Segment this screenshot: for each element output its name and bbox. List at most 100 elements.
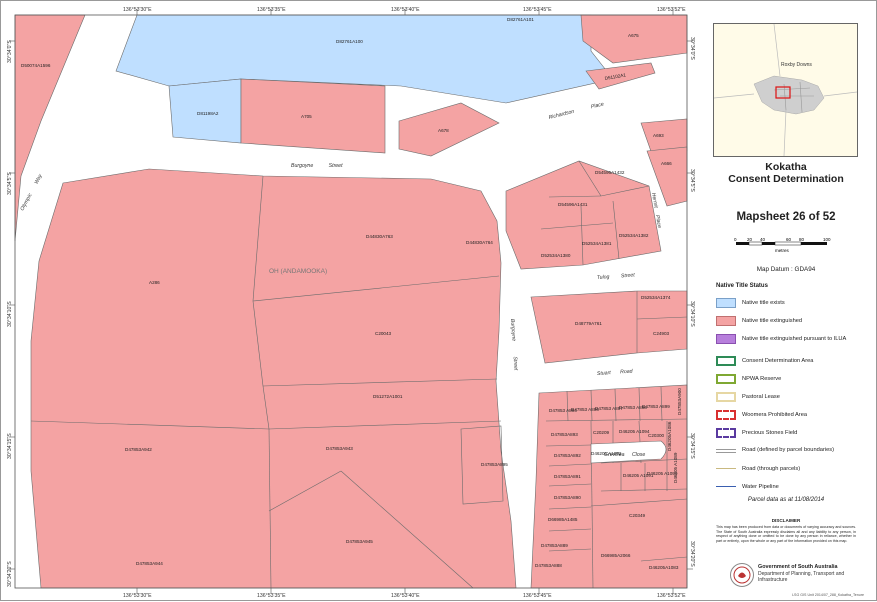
svg-text:D47853A943: D47853A943: [326, 446, 353, 451]
svg-text:30°34'15"S: 30°34'15"S: [7, 433, 13, 459]
svg-text:A675: A675: [628, 33, 639, 38]
locator-map: Roxby Downs: [713, 23, 858, 157]
legend-label: Consent Determination Area: [742, 358, 814, 364]
svg-text:30°34'20"S: 30°34'20"S: [689, 541, 695, 567]
legend-item: Pastoral Lease: [716, 392, 864, 404]
legend-swatch: [716, 468, 736, 472]
disclaimer-title: DISCLAIMER: [771, 518, 801, 523]
svg-text:D54596A1432: D54596A1432: [595, 170, 625, 175]
svg-text:A693: A693: [653, 133, 664, 138]
svg-text:D46205 A1094: D46205 A1094: [619, 429, 650, 434]
legend-swatch: [716, 316, 736, 326]
svg-text:80: 80: [799, 237, 805, 242]
svg-text:A286: A286: [149, 280, 160, 285]
gov-name: Government of South Australia: [758, 564, 838, 570]
svg-text:40: 40: [760, 237, 766, 242]
scale-bar: 0 20 40 60 80 100 metres: [733, 237, 833, 267]
gov-department: Department of Planning, Transport and In…: [758, 571, 845, 583]
svg-text:136°53'52"E: 136°53'52"E: [657, 593, 686, 599]
legend-swatch: [716, 410, 736, 420]
parcel-a705[interactable]: [240, 78, 386, 154]
svg-text:metres: metres: [775, 248, 790, 253]
legend-item: Road (defined by parcel boundaries): [716, 445, 864, 457]
legend-label: Road (through parcels): [742, 466, 801, 472]
svg-text:30°34'10"S: 30°34'10"S: [689, 301, 695, 327]
legend-item: Consent Determination Area: [716, 356, 864, 368]
svg-text:136°53'40"E: 136°53'40"E: [391, 7, 420, 13]
svg-text:A678: A678: [438, 128, 449, 133]
svg-text:D46205 A1092: D46205 A1092: [591, 451, 622, 456]
svg-text:D47853A888: D47853A888: [535, 563, 562, 568]
svg-text:C20043: C20043: [375, 331, 392, 336]
svg-text:20: 20: [747, 237, 753, 242]
svg-text:100: 100: [823, 237, 831, 242]
svg-text:D47853A944: D47853A944: [136, 561, 163, 566]
svg-text:D44830A763: D44830A763: [366, 234, 393, 239]
svg-text:D48779A761: D48779A761: [575, 321, 602, 326]
svg-text:D50074A1596: D50074A1596: [21, 63, 51, 68]
svg-text:C20349: C20349: [629, 513, 646, 518]
legend-swatch: [716, 486, 736, 490]
svg-text:Roxby Downs: Roxby Downs: [781, 62, 812, 68]
area-label: OH (ANDAMOOKA): [269, 268, 327, 275]
svg-text:D51272A1001: D51272A1001: [373, 394, 403, 399]
svg-text:136°53'35"E: 136°53'35"E: [257, 7, 286, 13]
legend-label: NPWA Reserve: [742, 376, 782, 382]
svg-text:0: 0: [734, 237, 737, 242]
svg-text:30°34'5"S: 30°34'5"S: [689, 169, 695, 192]
svg-text:136°53'30"E: 136°53'30"E: [123, 7, 152, 13]
legend-swatch: [716, 356, 736, 366]
svg-text:A705: A705: [301, 114, 312, 119]
map-frame[interactable]: Burgoyne Street Olympic Way Richardson P…: [1, 1, 701, 602]
svg-text:30°34'0"S: 30°34'0"S: [689, 37, 695, 60]
legend-item: Native title extinguished pursuant to IL…: [716, 334, 864, 346]
svg-text:D81198A2: D81198A2: [197, 111, 219, 116]
svg-text:D82761A100: D82761A100: [336, 39, 363, 44]
legend-swatch: [716, 449, 736, 453]
legend-item: Water Pipeline: [716, 482, 864, 494]
svg-text:D66985A2066: D66985A2066: [601, 553, 631, 558]
svg-text:D47853A891: D47853A891: [554, 474, 581, 479]
svg-text:D44830A764: D44830A764: [466, 240, 493, 245]
svg-text:136°53'35"E: 136°53'35"E: [257, 593, 286, 599]
map-title-line1: Kokatha: [765, 161, 807, 173]
svg-text:C20209: C20209: [593, 430, 610, 435]
svg-text:D46205A1083: D46205A1083: [649, 565, 679, 570]
map-title-line2: Consent Determination: [728, 173, 844, 185]
svg-text:C20300: C20300: [648, 433, 665, 438]
svg-text:136°53'30"E: 136°53'30"E: [123, 593, 152, 599]
svg-text:D47853A890: D47853A890: [554, 495, 581, 500]
map-datum: Map Datum : GDA94: [756, 266, 816, 273]
svg-text:D47853A893: D47853A893: [551, 432, 578, 437]
legend-label: Native title extinguished pursuant to IL…: [742, 336, 847, 342]
svg-text:136°53'45"E: 136°53'45"E: [523, 7, 552, 13]
legend-swatch: [716, 374, 736, 384]
legend-swatch: [716, 392, 736, 402]
svg-text:D46205 A1089: D46205 A1089: [673, 452, 678, 483]
map-sheet: Burgoyne Street Olympic Way Richardson P…: [0, 0, 877, 601]
svg-text:136°53'52"E: 136°53'52"E: [657, 7, 686, 13]
legend-item: NPWA Reserve: [716, 374, 864, 386]
svg-text:136°53'45"E: 136°53'45"E: [523, 593, 552, 599]
svg-text:D52534A1381: D52534A1381: [582, 241, 612, 246]
svg-text:C24903: C24903: [653, 331, 670, 336]
legend-label: Precious Stones Field: [742, 430, 798, 436]
legend-label: Native title extinguished: [742, 318, 803, 324]
svg-text:30°34'20"S: 30°34'20"S: [7, 561, 13, 587]
legend-swatch: [716, 298, 736, 308]
svg-text:D52534A1382: D52534A1382: [619, 233, 649, 238]
mapsheet-number: Mapsheet 26 of 52: [736, 211, 836, 223]
map-sidebar-panel: Roxby Downs Kokatha Consent Determinatio…: [708, 15, 864, 601]
parcel-main-block[interactable]: [30, 168, 517, 589]
legend-item: Native title extinguished: [716, 316, 864, 328]
svg-text:D47853A900: D47853A900: [677, 388, 682, 415]
legend-label: Pastoral Lease: [742, 394, 780, 400]
svg-text:D52534A1374: D52534A1374: [641, 295, 671, 300]
locator-inset-map[interactable]: Roxby Downs: [713, 23, 858, 157]
svg-text:A666: A666: [661, 161, 672, 166]
legend-swatch: [716, 334, 736, 344]
legend-item: Woomera Prohibited Area: [716, 410, 864, 422]
svg-text:30°34'10"S: 30°34'10"S: [7, 301, 13, 327]
svg-text:D47853A942: D47853A942: [125, 447, 152, 452]
svg-text:D54596A1431: D54596A1431: [558, 202, 588, 207]
